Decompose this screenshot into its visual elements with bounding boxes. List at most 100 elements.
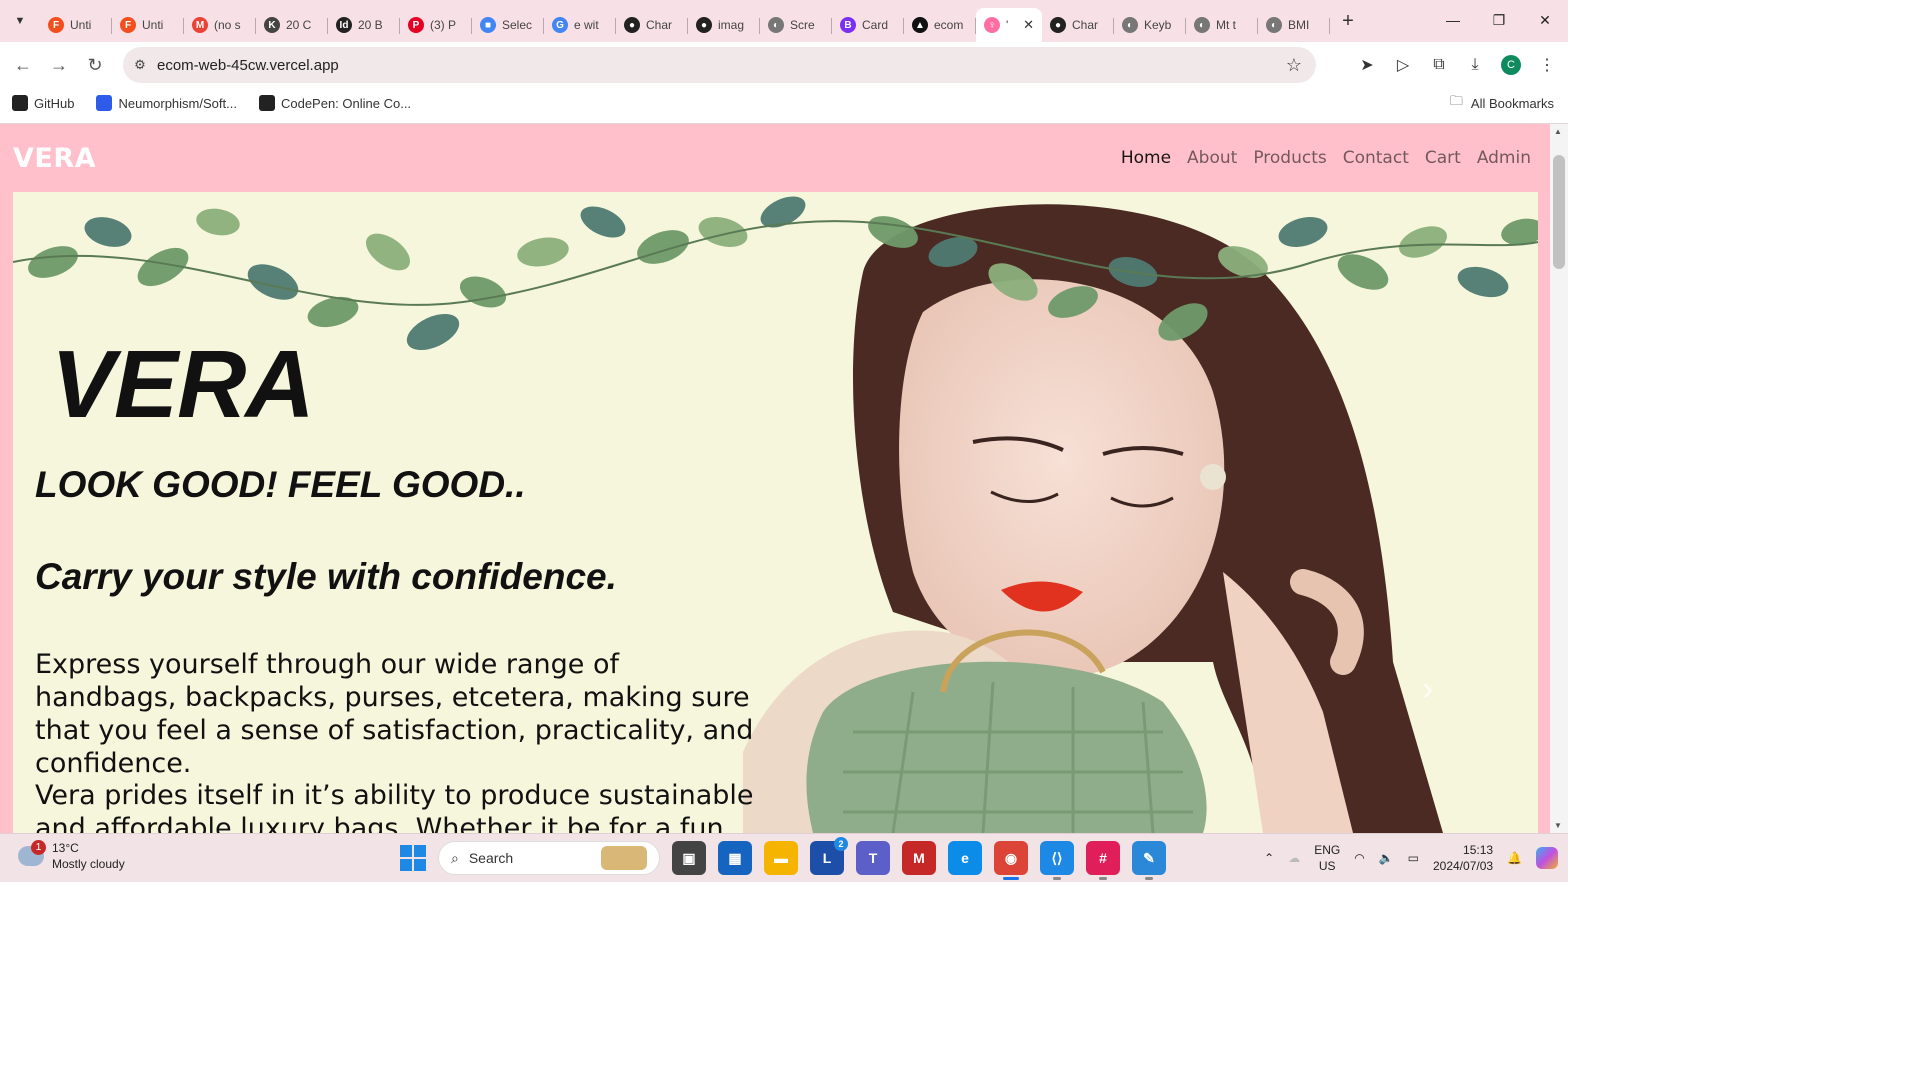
volume-icon[interactable]: 🔈	[1379, 851, 1394, 865]
weather-widget[interactable]: 1 13°C Mostly cloudy	[18, 840, 125, 872]
tab-title: imag	[718, 18, 745, 32]
taskbar-search[interactable]: ⌕ Search	[438, 841, 660, 875]
tab-title: Selec	[502, 18, 533, 32]
edge-icon[interactable]: e	[948, 841, 982, 875]
tab-title: Keyb	[1144, 18, 1172, 32]
tab[interactable]: ▲ ecom	[904, 8, 976, 42]
notification-bell-icon[interactable]: 🔔	[1507, 851, 1522, 865]
mcafee-icon[interactable]: M	[902, 841, 936, 875]
close-tab-icon[interactable]: ✕	[1023, 17, 1034, 33]
bookmark-item[interactable]: CodePen: Online Co...	[258, 95, 411, 111]
wifi-icon[interactable]: ◠	[1354, 851, 1364, 865]
tab[interactable]: F Unti	[40, 8, 112, 42]
nav-link-home[interactable]: Home	[1121, 148, 1171, 168]
nav-link-products[interactable]: Products	[1253, 148, 1326, 168]
bookmark-item[interactable]: Neumorphism/Soft...	[96, 95, 237, 111]
page-scrollbar[interactable]: ▲ ▼	[1550, 124, 1568, 833]
snipping-tool-icon[interactable]: ✎	[1132, 841, 1166, 880]
tab-favicon-icon: ♀	[984, 17, 1000, 33]
tab[interactable]: M (no s	[184, 8, 256, 42]
bookmark-label: Neumorphism/Soft...	[118, 95, 237, 111]
tab-favicon-icon: ◐	[1122, 17, 1138, 33]
tab[interactable]: Ge wit	[544, 8, 616, 42]
tab[interactable]: ◐ Keyb	[1114, 8, 1186, 42]
tab[interactable]: Id 20 B	[328, 8, 400, 42]
scrollbar-thumb[interactable]	[1553, 155, 1565, 269]
taskbar-apps: ⌕ Search ▣ ▦ ▬ L 2 T Me ◉ ⟨⟩ # ✎	[400, 837, 1166, 880]
nav-link-contact[interactable]: Contact	[1343, 148, 1409, 168]
tab[interactable]: ■ Selec	[472, 8, 544, 42]
cloud-icon: 1	[18, 840, 46, 866]
tab-favicon-icon: ▲	[912, 17, 928, 33]
arrow-right-icon: →	[50, 54, 68, 75]
task-view-icon[interactable]: ▣	[672, 841, 706, 875]
address-bar[interactable]: ⚙ ecom-web-45cw.vercel.app ☆	[123, 47, 1316, 83]
tab[interactable]: K 20 C	[256, 8, 328, 42]
download-icon[interactable]: ⤓	[1462, 52, 1488, 78]
tab[interactable]: ◐ BMI	[1258, 8, 1330, 42]
tab-search-button[interactable]: ▼	[6, 7, 34, 35]
more-menu-icon[interactable]: ⋮	[1534, 52, 1560, 78]
forward-button[interactable]: →	[41, 47, 77, 83]
url-text[interactable]: ecom-web-45cw.vercel.app	[157, 57, 339, 74]
vscode-icon[interactable]: ⟨⟩	[1040, 841, 1074, 880]
nav-link-admin[interactable]: Admin	[1477, 148, 1531, 168]
new-tab-button[interactable]: +	[1334, 7, 1362, 35]
profile-button[interactable]: C	[1498, 52, 1524, 78]
lang-region: US	[1318, 859, 1336, 873]
close-window-button[interactable]: ✕	[1522, 0, 1568, 40]
l-app-icon[interactable]: L2	[810, 837, 848, 875]
scroll-up-icon[interactable]: ▲	[1554, 127, 1562, 136]
language-indicator[interactable]: ENG US	[1314, 842, 1340, 874]
clock[interactable]: 15:13 2024/07/03	[1433, 842, 1493, 874]
scroll-down-icon[interactable]: ▼	[1554, 821, 1562, 830]
tab[interactable]: P (3) P	[400, 8, 472, 42]
tab[interactable]: ● Char	[616, 8, 688, 42]
weather-desc: Mostly cloudy	[52, 857, 125, 871]
minimize-button[interactable]: —	[1430, 0, 1476, 40]
chrome-icon[interactable]: ◉	[994, 841, 1028, 880]
battery-icon[interactable]: ▭	[1408, 851, 1419, 865]
carousel-next-icon[interactable]: ›	[1422, 670, 1433, 709]
site-info-icon[interactable]: ⚙	[123, 57, 157, 73]
tab-favicon-icon: ●	[696, 17, 712, 33]
chevron-up-icon[interactable]: ⌃	[1264, 851, 1274, 865]
nav-link-about[interactable]: About	[1187, 148, 1237, 168]
reload-button[interactable]: ↻	[77, 47, 113, 83]
hero-subtitle: LOOK GOOD! FEEL GOOD..	[35, 464, 526, 505]
onedrive-cloud-icon[interactable]: ☁	[1288, 851, 1300, 865]
search-placeholder: Search	[468, 850, 514, 866]
tab-title: Char	[1072, 18, 1099, 32]
notification-count-badge: 2	[834, 837, 848, 851]
tab[interactable]: ● imag	[688, 8, 760, 42]
cursor-extension-icon[interactable]: ➤	[1354, 52, 1380, 78]
tab[interactable]: F Unti	[112, 8, 184, 42]
all-bookmarks-button[interactable]: 🗀 All Bookmarks	[1450, 92, 1554, 114]
tab-active[interactable]: ♀ ' ✕	[976, 8, 1042, 42]
restore-button[interactable]: ❐	[1476, 0, 1522, 40]
bookmark-square-icon	[96, 95, 113, 111]
tab-favicon-icon: ◐	[768, 17, 784, 33]
bookmark-item[interactable]: GitHub	[12, 95, 74, 111]
back-button[interactable]: ←	[5, 47, 41, 83]
store-icon[interactable]: ▦	[718, 841, 752, 875]
tab[interactable]: ◐ Mt t	[1186, 8, 1258, 42]
clock-time: 15:13	[1463, 843, 1494, 857]
site-brand[interactable]: VERA	[13, 143, 96, 174]
copilot-icon[interactable]	[1536, 847, 1558, 869]
tab[interactable]: ◐ Scre	[760, 8, 832, 42]
page-viewport: VERA Home About Products Contact Cart Admin	[0, 124, 1550, 833]
bookmark-label: GitHub	[34, 95, 75, 111]
tab[interactable]: B Card	[832, 8, 904, 42]
extensions-icon[interactable]: ⧉	[1426, 52, 1452, 78]
pointer-extension-icon[interactable]: ▷	[1390, 52, 1416, 78]
file-explorer-icon[interactable]: ▬	[764, 841, 798, 875]
teams-icon[interactable]: T	[856, 841, 890, 875]
windows-start-icon[interactable]	[400, 845, 426, 871]
tab[interactable]: ● Char	[1042, 8, 1114, 42]
bookmark-star-icon[interactable]: ☆	[1286, 55, 1302, 76]
tab-list: F Unti F Unti M (no s K 20 C Id 20 B P (3) P ■ Selec G…	[40, 0, 1330, 42]
tab-favicon-icon: ●	[1050, 17, 1066, 33]
slack-icon[interactable]: #	[1086, 841, 1120, 880]
nav-link-cart[interactable]: Cart	[1425, 148, 1461, 168]
